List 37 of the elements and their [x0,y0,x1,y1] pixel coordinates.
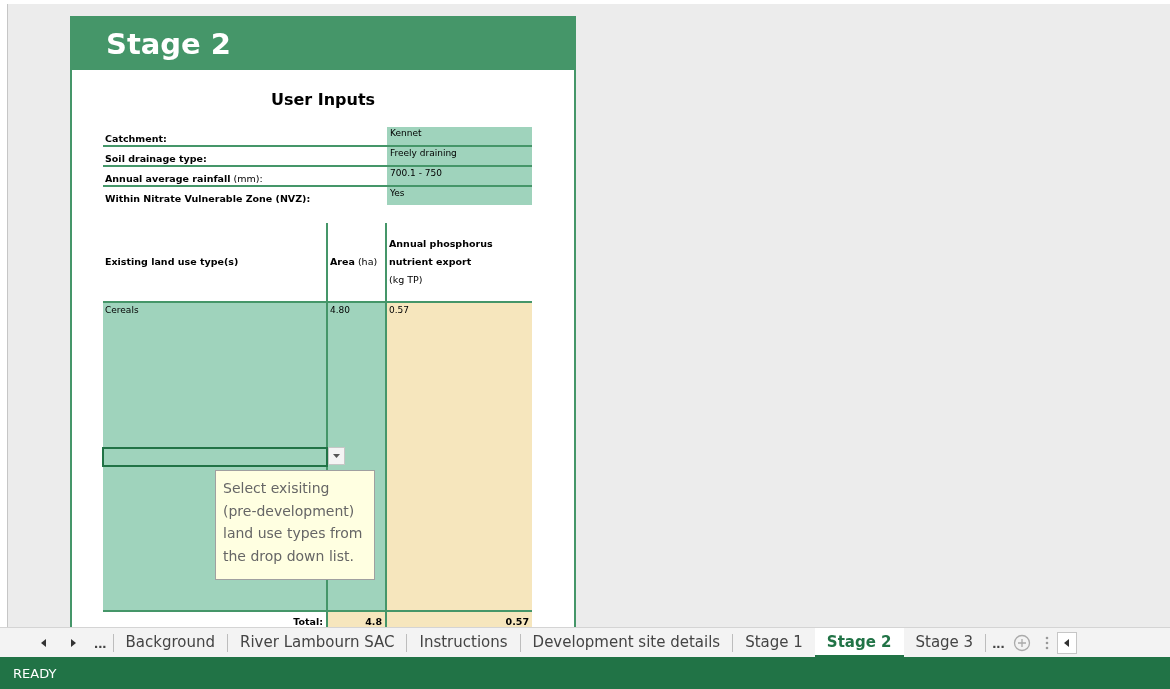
stage-title: Stage 2 [106,27,232,61]
sheet-tab[interactable]: Stage 1 [733,628,815,657]
total-export: 0.57 [385,612,532,627]
input-value[interactable]: Yes [387,187,532,205]
selected-cell[interactable] [102,447,328,467]
input-value[interactable]: 700.1 - 750 [387,167,532,185]
right-arrow-icon [70,638,76,647]
sheet-tab[interactable]: Stage 3 [903,628,986,657]
more-sheets-button[interactable]: ... [88,630,113,655]
status-text: READY [13,665,57,681]
dropdown-button[interactable] [328,447,345,465]
table-cell-text: Cereals [104,304,140,317]
table-cell-text: 4.80 [329,304,352,317]
total-area: 4.8 [326,612,385,627]
section-title: User Inputs [269,90,377,111]
tooltip: Select exisiting (pre-development) land use types from the drop down list. [215,470,375,580]
more-sheets-button[interactable]: ... [986,630,1011,655]
left-arrow-icon [1064,638,1070,647]
scroll-left-button[interactable] [1056,631,1077,654]
input-label: Catchment: [104,132,168,145]
sheet-tab[interactable]: Background [113,628,227,657]
sheet-tab[interactable]: Stage 2 [814,628,904,657]
input-value[interactable]: Freely draining [387,147,532,165]
column-header: Area (ha) [330,255,378,269]
vertical-dots-icon [1044,635,1049,650]
input-value[interactable]: Kennet [387,127,532,145]
left-arrow-icon [40,638,46,647]
input-label: Annual average rainfall (mm): [104,172,264,185]
input-label: Within Nitrate Vulnerable Zone (NVZ): [104,192,312,205]
sheet-tab[interactable]: Development site details [520,628,733,657]
column-header: Annual phosphorus nutrient export (kg TP) [389,237,494,287]
input-label: Soil drainage type: [104,152,208,165]
sheet-tab[interactable]: River Lambourn SAC [228,628,407,657]
table-cell-text: 0.57 [388,304,411,317]
sheet-tab[interactable]: Instructions [407,628,520,657]
column-header: Existing land use type(s) [105,255,239,269]
caret-icon [333,454,340,458]
